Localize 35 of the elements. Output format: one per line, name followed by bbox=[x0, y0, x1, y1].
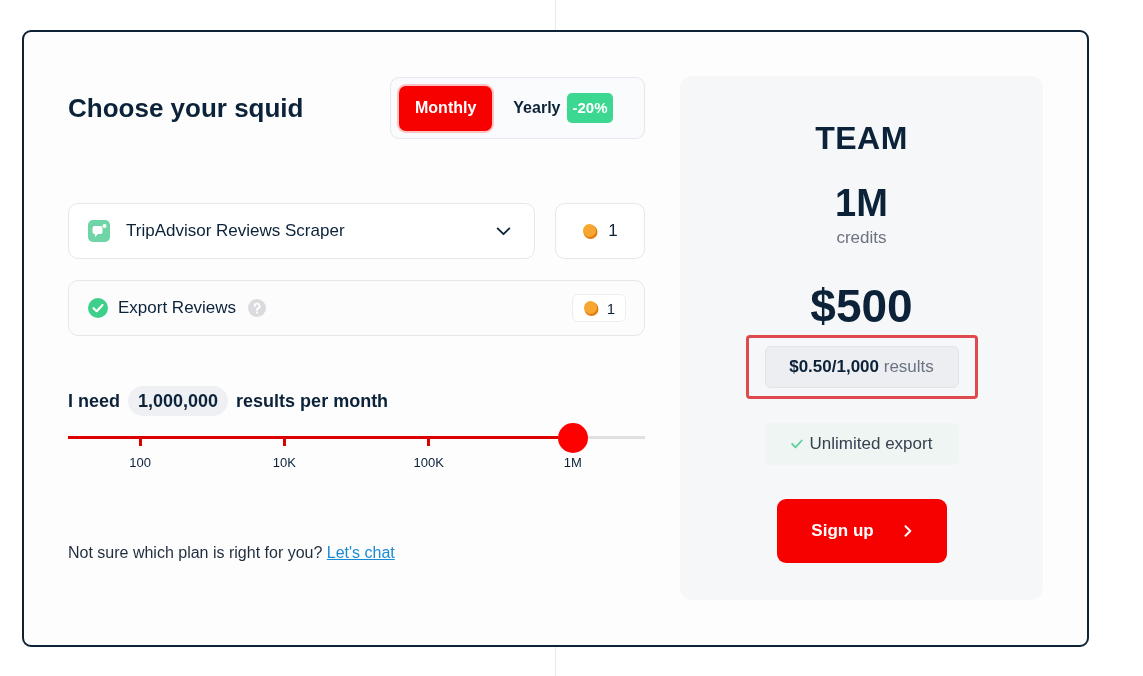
chevron-right-icon bbox=[903, 525, 912, 537]
billing-tab[interactable]: Yearly -20% bbox=[501, 85, 625, 131]
plan-name: TEAM bbox=[815, 119, 908, 157]
option-label: Export Reviews bbox=[118, 298, 237, 318]
credits-label: credits bbox=[836, 228, 887, 248]
credits-count: 1 bbox=[606, 299, 615, 317]
slider-tick bbox=[282, 439, 286, 446]
unit-price: $0.50/1,000 results bbox=[764, 346, 959, 388]
volume-field[interactable]: 1,000,000 bbox=[128, 386, 229, 416]
tick-label: 100K bbox=[413, 455, 444, 471]
help-text: Not sure which plan is right for you? Let's chat bbox=[68, 543, 396, 563]
coin-icon bbox=[582, 300, 599, 316]
tick-label: 100 bbox=[129, 455, 151, 471]
page-heading: Choose your squid bbox=[68, 92, 304, 124]
option-checkbox[interactable] bbox=[88, 298, 108, 318]
actor-select[interactable]: TripAdvisor Reviews Scraper bbox=[68, 203, 535, 259]
plan-credits: 1M bbox=[835, 181, 888, 225]
feature-text: Unlimited export bbox=[809, 434, 933, 454]
volume-prefix: I need bbox=[68, 390, 120, 412]
credits-count: 1 bbox=[608, 221, 618, 241]
tick-label: 1M bbox=[563, 455, 582, 471]
volume-suffix: results per month bbox=[236, 390, 389, 412]
plan-price: $500 bbox=[810, 280, 913, 332]
signup-button[interactable]: Sign up bbox=[776, 499, 947, 563]
slider-thumb[interactable] bbox=[557, 422, 588, 453]
slider-tick bbox=[138, 439, 142, 446]
tick-label: 10K bbox=[272, 455, 296, 471]
chevron-down-icon bbox=[496, 226, 511, 236]
chat-tile-icon bbox=[88, 220, 110, 242]
coin-icon bbox=[582, 223, 599, 239]
billing-tab[interactable]: Monthly bbox=[399, 85, 493, 131]
check-icon bbox=[790, 439, 803, 449]
slider-tick bbox=[427, 439, 431, 446]
discount-badge: -20% bbox=[567, 93, 613, 123]
chat-link[interactable]: Let's chat bbox=[326, 544, 395, 561]
